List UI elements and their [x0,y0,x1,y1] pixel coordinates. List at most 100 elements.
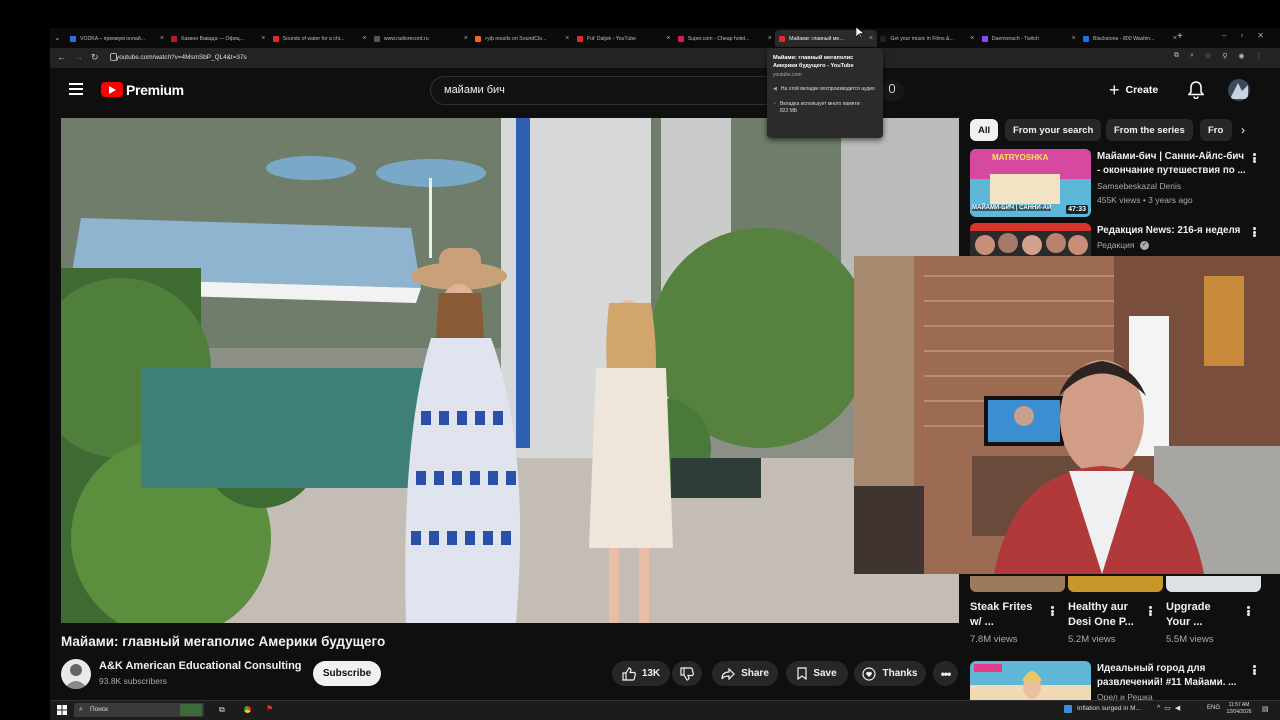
tab-close-icon[interactable]: × [768,35,772,42]
short-title[interactable]: Healthy aur [1068,600,1128,614]
chip-from-your-search[interactable]: From your search [1005,119,1102,141]
chrome-taskbar-icon[interactable] [242,704,253,715]
account-avatar[interactable] [1228,79,1250,101]
search-query[interactable]: майами бич [444,84,505,96]
notifications-bell-icon[interactable] [1188,81,1204,99]
short-thumbnail[interactable] [970,576,1065,592]
more-vertical-icon[interactable] [1249,151,1259,165]
chip-from-the-series[interactable]: From the series [1106,119,1193,141]
more-vertical-icon[interactable] [1145,604,1155,618]
recommendation-title[interactable]: Идеальный город для [1097,662,1205,676]
taskbar-widget-icon[interactable] [180,704,202,716]
bookmark-star-icon[interactable]: ☆ [1205,52,1211,64]
browser-tab[interactable]: Казино Вавада — Офиц... × [167,30,269,47]
short-title[interactable]: Upgrade [1166,600,1211,614]
app-taskbar-icon[interactable]: ⚑ [266,704,273,713]
tab-title: Daemonach - Twitch [991,35,1039,42]
create-button[interactable]: + Create [1109,79,1177,101]
more-vertical-icon[interactable] [1047,604,1057,618]
zoom-icon[interactable]: ⌕ [1190,52,1194,64]
forward-icon[interactable]: → [74,52,83,62]
language-indicator[interactable]: ENG [1207,705,1220,711]
more-vertical-icon[interactable] [1249,225,1259,239]
short-thumbnail[interactable] [1166,576,1261,592]
more-actions-button[interactable]: ••• [933,661,958,686]
search-icon: ⌕ [79,706,83,713]
more-horizontal-icon: ••• [940,666,952,681]
open-in-app-icon[interactable]: ⧉ [1174,52,1179,64]
like-button[interactable]: 13K [612,661,670,686]
recommendation-title[interactable]: - окончание путешествия по ... [1097,164,1246,178]
tab-title: Super.com - Cheap hotel... [687,35,750,42]
thumbnail-caption: MATRYOSHKA [992,153,1049,162]
recommendation-title[interactable]: Майами-бич | Санни-Айлс-бич [1097,150,1244,164]
browser-tab[interactable]: гуф results on SoundClo... × [471,30,573,47]
tab-close-icon[interactable]: × [565,35,569,42]
hamburger-menu-icon[interactable] [69,83,83,95]
menu-icon[interactable]: ⋮ [1255,52,1262,64]
recommendation-thumbnail[interactable] [970,661,1091,700]
short-title[interactable]: Steak Frites [970,600,1032,614]
short-title[interactable]: w/ ... [970,615,994,629]
recommendation-title[interactable]: развлечений! #11 Майами. ... [1097,676,1236,690]
tab-close-icon[interactable]: × [1072,35,1076,42]
windows-start-icon[interactable] [57,705,67,715]
recommendation-channel[interactable]: Редакция [1097,240,1134,250]
task-view-icon[interactable]: ⧉ [219,705,225,715]
channel-name[interactable]: A&K American Educational Consulting [99,660,302,672]
tab-close-icon[interactable]: × [666,35,670,42]
youtube-logo-icon[interactable] [101,82,123,97]
recommendation-thumbnail[interactable] [970,223,1091,256]
tab-close-icon[interactable]: × [261,35,265,42]
dislike-button[interactable] [672,661,702,686]
back-icon[interactable]: ← [57,52,66,62]
thanks-button[interactable]: Thanks [854,661,926,686]
clock[interactable]: 11:57 AM 12/04/2026 [1224,702,1254,716]
chips-next-icon[interactable]: › [1232,119,1254,141]
tab-close-icon[interactable]: × [160,35,164,42]
recommendation-channel[interactable]: Samsebeskazal Denis [1097,181,1181,191]
browser-tab[interactable]: VODKA – премиум онлай... × [66,30,168,47]
chip-truncated[interactable]: Fro [1200,119,1232,141]
more-vertical-icon[interactable] [1243,604,1253,618]
save-button[interactable]: Save [786,661,848,686]
tab-favicon-icon [475,35,482,42]
subscribe-button[interactable]: Subscribe [313,661,381,686]
tab-close-icon[interactable]: × [363,35,367,42]
url-text[interactable]: youtube.com/watch?v=4MsmSbP_QL4&t=37s [116,52,1166,64]
tab-search-icon[interactable]: ⌄ [54,33,61,42]
browser-tab[interactable]: Put' Daljok - YouTube × [573,30,675,47]
window-controls[interactable]: –▫✕ [1222,31,1278,40]
chip-all[interactable]: All [970,119,999,141]
share-button[interactable]: Share [712,661,778,686]
more-vertical-icon[interactable] [1249,663,1259,677]
browser-tab[interactable]: Daemonach - Twitch × [978,30,1080,47]
browser-tab[interactable]: Sounds of water for a chi... × [269,30,371,47]
browser-tab[interactable]: Super.com - Cheap hotel... × [674,30,776,47]
youtube-logo-text[interactable]: Premium [126,82,184,98]
channel-avatar[interactable] [61,659,91,689]
extensions-icon[interactable]: ⚲ [1222,52,1227,64]
video-player[interactable] [61,118,959,623]
tray-icons[interactable]: ^▭◀ [1157,704,1184,712]
reload-icon[interactable]: ↻ [91,52,99,63]
browser-tab[interactable]: Blackstone - 800 Washin... × [1079,30,1181,47]
news-ticker[interactable]: Inflation surged in M... [1077,705,1141,712]
tab-close-icon[interactable]: × [464,35,468,42]
short-thumbnail[interactable] [1068,576,1163,592]
memory-note-row: ◔ Вкладка использует много памяти: 822 М… [773,101,877,115]
tab-close-icon[interactable]: × [869,35,873,42]
browser-tab[interactable]: www.radiorecord.ru × [370,30,472,47]
recommendation-thumbnail[interactable]: MATRYOSHKA МАЙАМИ-БИЧ | САННИ-АЙ 47:33 [970,149,1091,217]
browser-tab[interactable]: Get your music in Films &... × [876,30,978,47]
profile-icon[interactable]: ◉ [1238,52,1244,64]
voice-search-icon[interactable] [880,80,904,102]
news-widget-icon[interactable] [1064,705,1072,713]
new-tab-icon[interactable]: + [1177,31,1183,42]
short-title[interactable]: Desi One P... [1068,615,1134,629]
tab-close-icon[interactable]: × [970,35,974,42]
video-duration: 47:33 [1066,205,1088,214]
notification-center-icon[interactable]: ▤ [1262,705,1269,713]
recommendation-title[interactable]: Редакция News: 216-я неделя [1097,224,1240,238]
short-title[interactable]: Your ... [1166,615,1202,629]
